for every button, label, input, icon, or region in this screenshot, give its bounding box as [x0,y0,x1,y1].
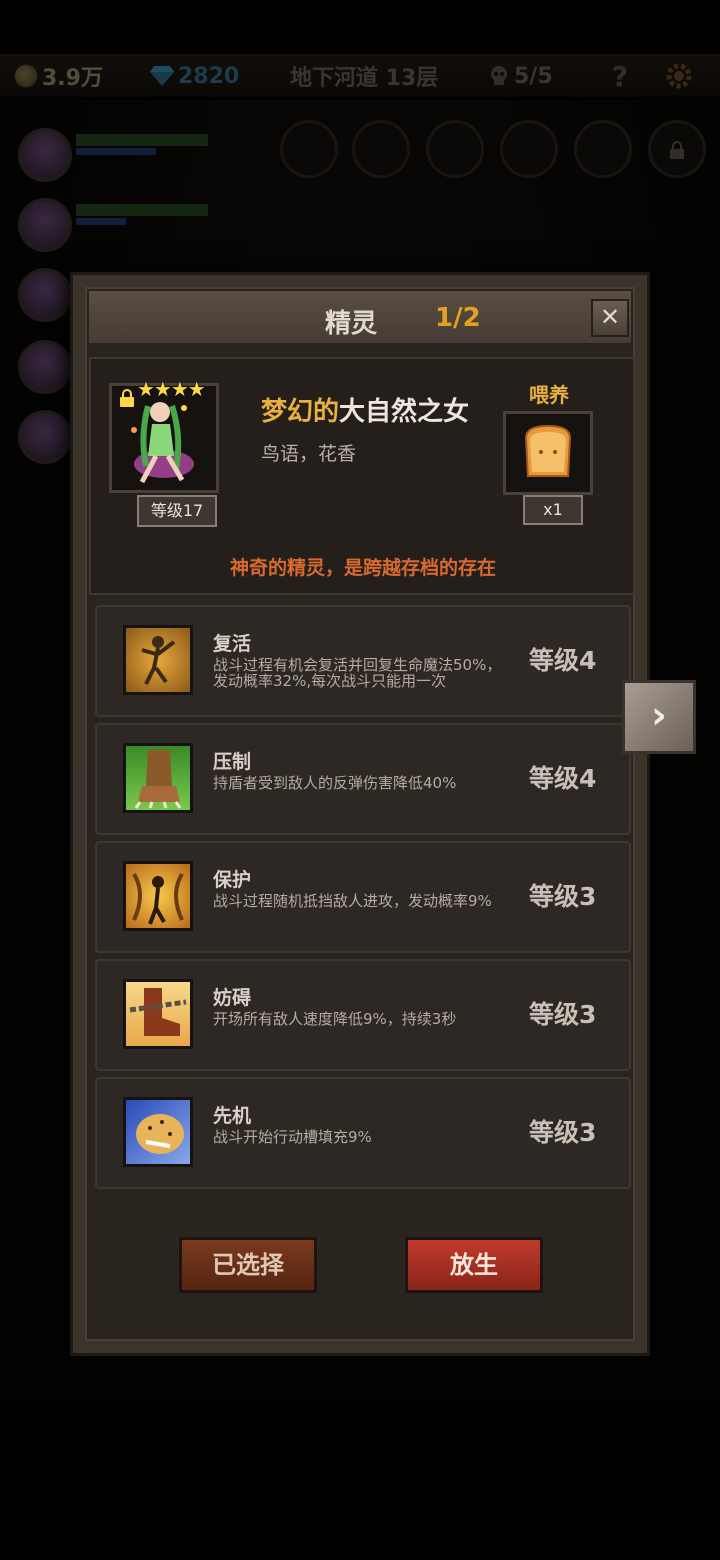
skill-level: 等级3 [529,882,597,911]
skill-name: 妨碍 [213,987,252,1009]
skill-name: 压制 [213,751,252,773]
chained-boot-icon [123,979,193,1049]
skill-level: 等级3 [529,1000,597,1029]
spirit-name: 梦幻的大自然之女 [261,391,469,428]
skill-name: 保护 [213,869,252,891]
skill-level: 等级3 [529,1118,597,1147]
skill-level: 等级4 [529,646,597,675]
beast-claw-icon [123,743,193,813]
feed-label: 喂养 [529,383,569,407]
next-spirit-button[interactable]: › [622,680,696,754]
selected-button[interactable]: 已选择 [179,1237,317,1293]
lock-icon[interactable] [119,389,135,407]
skill-card[interactable]: 先机 战斗开始行动槽填充9% 等级3 [95,1077,631,1189]
skill-card[interactable]: 妨碍 开场所有敌人速度降低9%，持续3秒 等级3 [95,959,631,1071]
feed-quantity: x1 [523,495,583,525]
skill-description: 战斗过程随机抵挡敌人进攻，发动概率9% [213,892,492,910]
spirit-description: 鸟语，花香 [261,443,357,465]
skill-card[interactable]: 压制 持盾者受到敌人的反弹伤害降低40% 等级4 [95,723,631,835]
skill-name: 复活 [213,633,252,655]
revive-icon [123,625,193,695]
spirit-tagline: 神奇的精灵，是跨越存档的存在 [229,557,496,579]
skill-description: 战斗开始行动槽填充9% [213,1128,372,1146]
spirit-count: 1/2 [435,303,481,333]
leopard-icon [123,1097,193,1167]
spirit-name-main: 大自然之女 [339,397,470,427]
spirit-dialog: 精灵 1/2 ✕ ★★★★ 等级17 梦幻的大自然之女 鸟语，花香 喂养 x1 … [70,272,650,1356]
dialog-title-bar: 精灵 1/2 [87,289,633,345]
bread-icon [524,424,572,477]
feed-item-slot[interactable] [503,411,593,495]
guardian-icon [123,861,193,931]
skill-description: 开场所有敌人速度降低9%，持续3秒 [213,1010,457,1028]
skill-description: 战斗过程有机会复活并回复生命魔法50%，发动概率32%,每次战斗只能用一次 [213,656,502,690]
spirit-name-prefix: 梦幻的 [261,397,340,427]
close-button[interactable]: ✕ [591,299,629,337]
dialog-title: 精灵 [325,309,378,339]
skill-name: 先机 [213,1105,252,1127]
release-button[interactable]: 放生 [405,1237,543,1293]
skill-description: 持盾者受到敌人的反弹伤害降低40% [213,774,457,792]
skill-card[interactable]: 保护 战斗过程随机抵挡敌人进攻，发动概率9% 等级3 [95,841,631,953]
skill-level: 等级4 [529,764,597,793]
spirit-level-badge: 等级17 [137,495,217,527]
skill-card[interactable]: 复活 战斗过程有机会复活并回复生命魔法50%，发动概率32%,每次战斗只能用一次… [95,605,631,717]
star-rating: ★★★★ [137,377,206,401]
